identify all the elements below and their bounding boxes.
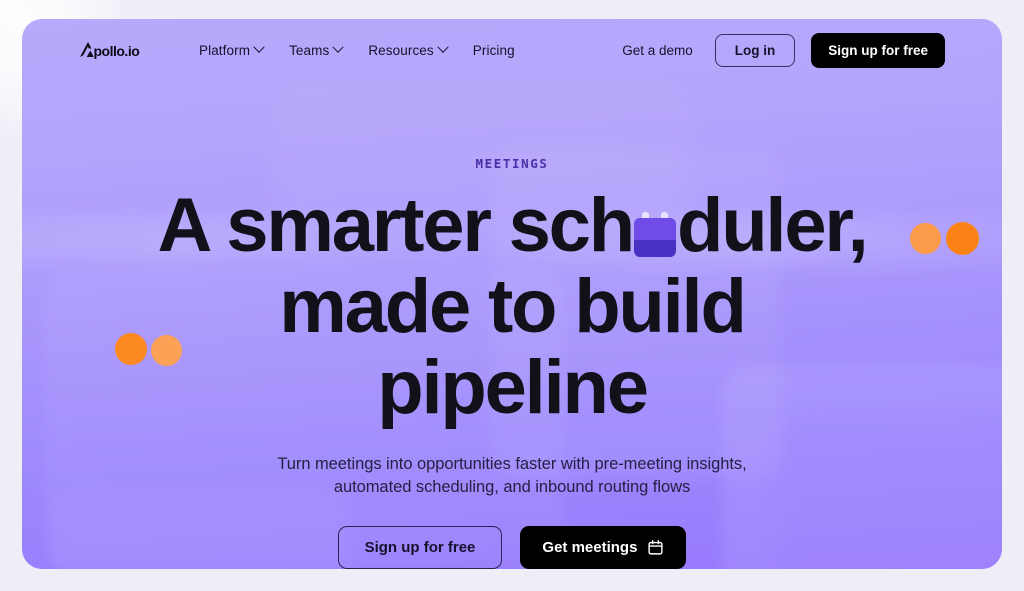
main-navigation: pollo.io Platform Teams Resources Pricin… [22, 19, 1002, 81]
hero-card: pollo.io Platform Teams Resources Pricin… [22, 19, 1002, 569]
nav-item-teams[interactable]: Teams [289, 41, 344, 58]
log-in-button[interactable]: Log in [714, 33, 796, 67]
hero-cta-row: Sign up for free Get meetings [337, 526, 687, 569]
sign-up-for-free-nav-button[interactable]: Sign up for free [811, 32, 945, 68]
hero-subheading-line2: automated scheduling, and inbound routin… [333, 478, 691, 496]
headline-line2: made to build [279, 264, 747, 349]
nav-links: Platform Teams Resources Pricing [199, 41, 515, 58]
svg-text:pollo.io: pollo.io [94, 43, 140, 59]
headline-line3: pipeline [377, 345, 649, 430]
calendar-icon [648, 540, 664, 555]
apollo-logo-icon: pollo.io [80, 42, 140, 59]
get-meetings-label: Get meetings [542, 539, 638, 556]
hero-subheading: Turn meetings into opportunities faster … [242, 453, 782, 499]
nav-item-pricing-label: Pricing [472, 42, 515, 58]
nav-item-platform-label: Platform [199, 42, 251, 58]
nav-item-platform[interactable]: Platform [199, 41, 265, 58]
hero-content: MEETINGS A smarter sch duler, made to bui… [22, 19, 1002, 569]
apollo-logo[interactable]: pollo.io [78, 37, 166, 63]
sign-up-for-free-hero-button[interactable]: Sign up for free [337, 526, 503, 569]
nav-item-resources[interactable]: Resources [368, 41, 449, 58]
chevron-down-icon [332, 41, 344, 53]
hero-subheading-line1: Turn meetings into opportunities faster … [277, 455, 747, 473]
nav-item-pricing[interactable]: Pricing [473, 43, 515, 58]
nav-actions: Get a demo Log in Sign up for free [622, 32, 945, 68]
page-title: A smarter sch duler, made to build pipeli… [132, 185, 892, 428]
calendar-icon [633, 212, 676, 257]
nav-item-teams-label: Teams [289, 42, 330, 58]
headline-line1-part-a: A smarter sch [157, 183, 635, 268]
get-a-demo-link[interactable]: Get a demo [622, 43, 693, 58]
hero-eyebrow: MEETINGS [475, 156, 549, 171]
get-meetings-button[interactable]: Get meetings [520, 526, 687, 569]
chevron-down-icon [437, 41, 449, 53]
chevron-down-icon [253, 41, 265, 53]
nav-item-resources-label: Resources [368, 42, 434, 58]
headline-line1-part-b: duler, [676, 183, 869, 268]
